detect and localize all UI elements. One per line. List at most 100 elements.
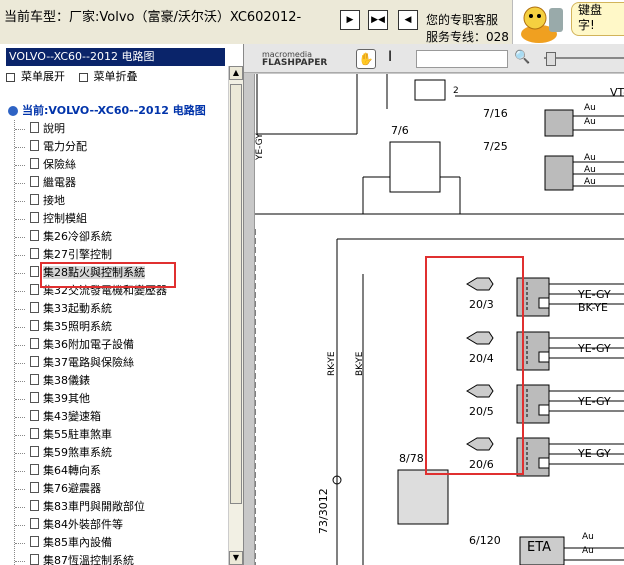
label-au: Au xyxy=(582,546,594,556)
document-icon xyxy=(30,518,39,529)
tree-item[interactable]: 集83車門與開敞部位 xyxy=(14,498,224,516)
document-icon xyxy=(30,392,39,403)
tree-item-label: 繼電器 xyxy=(43,176,76,189)
tree-item-label: 集76避震器 xyxy=(43,482,101,495)
tree-item-label: 集37電路與保險絲 xyxy=(43,356,134,369)
tree-item[interactable]: 集37電路與保險絲 xyxy=(14,354,224,372)
tree-item-label: 集85車內設備 xyxy=(43,536,112,549)
scroll-up-arrow[interactable]: ▲ xyxy=(229,66,243,80)
label-au: Au xyxy=(584,165,596,175)
sidebar-header: VOLVO--XC60--2012 电路图 xyxy=(6,48,225,66)
bubble-text-2: 字! xyxy=(578,18,595,32)
tree-item[interactable]: 集35照明系統 xyxy=(14,318,224,336)
tree-item-label: 集33起動系統 xyxy=(43,302,112,315)
mascot-banner: 键盘 字! xyxy=(512,0,624,44)
tree-item-label: 控制模組 xyxy=(43,212,87,225)
document-icon xyxy=(30,410,39,421)
label-7-6: 7/6 xyxy=(391,124,409,137)
tree-item[interactable]: 集32交流發電機和變壓器 xyxy=(14,282,224,300)
tree-item[interactable]: 集55駐車煞車 xyxy=(14,426,224,444)
document-icon xyxy=(30,284,39,295)
wiring-diagram xyxy=(255,74,624,565)
label-20-3: 20/3 xyxy=(469,298,494,311)
tree-item[interactable]: 控制模組 xyxy=(14,210,224,228)
tree-item[interactable]: 集33起動系統 xyxy=(14,300,224,318)
document-icon xyxy=(30,428,39,439)
label-6-120: 6/120 xyxy=(469,534,501,547)
zoom-slider-knob[interactable] xyxy=(546,52,556,66)
document-icon xyxy=(30,122,39,133)
search-icon[interactable]: 🔍 xyxy=(514,50,530,65)
label-7-25: 7/25 xyxy=(483,140,508,153)
flashpaper-toolbar: macromedia FLASHPAPER ✋ I 🔍 xyxy=(244,44,624,73)
module-7-6 xyxy=(389,141,441,193)
document-icon xyxy=(30,158,39,169)
tree-item[interactable]: 保險絲 xyxy=(14,156,224,174)
tree-item[interactable]: 集36附加電子設備 xyxy=(14,336,224,354)
scroll-down-arrow[interactable]: ▼ xyxy=(229,551,243,565)
expand-icon xyxy=(6,72,15,82)
document-icon xyxy=(30,446,39,457)
tree-item[interactable]: 集38儀錶 xyxy=(14,372,224,390)
sensor-7-16 xyxy=(544,109,574,137)
tree-item[interactable]: 集87恆溫控制系統 xyxy=(14,552,224,565)
tree-item[interactable]: 集39其他 xyxy=(14,390,224,408)
tree-item[interactable]: 說明 xyxy=(14,120,224,138)
tree-item[interactable]: 集59煞車系統 xyxy=(14,444,224,462)
collapse-icon xyxy=(78,72,88,82)
tree-item[interactable]: 集76避震器 xyxy=(14,480,224,498)
prev-page-button[interactable]: ▶ xyxy=(340,10,360,30)
sidebar-scrollbar[interactable]: ▲ ▼ xyxy=(228,66,243,565)
tree-item[interactable]: 集84外裝部件等 xyxy=(14,516,224,534)
search-input[interactable] xyxy=(416,50,508,68)
service-info: 您的专职客服 服务专线：028 xyxy=(426,12,509,46)
tree-list: 說明 電力分配 保險絲繼電器接地控制模組集26冷卻系統 集27引擎控制集28點火與控制… xyxy=(14,120,224,565)
tree-item[interactable]: 集27引擎控制 xyxy=(14,246,224,264)
label-20-4: 20/4 xyxy=(469,352,494,365)
label-ye-gy: YE-GY xyxy=(578,288,611,301)
fit-page-button[interactable]: ▶◀ xyxy=(368,10,388,30)
tree-item[interactable]: 電力分配 xyxy=(14,138,224,156)
label-7-16: 7/16 xyxy=(483,107,508,120)
tree-item-label: 集43變速箱 xyxy=(43,410,101,423)
label-bk-ye-vertical: BK-YE xyxy=(355,351,365,377)
label-au: Au xyxy=(584,153,596,163)
document-icon xyxy=(30,464,39,475)
text-select-icon[interactable]: I xyxy=(388,49,392,65)
scroll-thumb[interactable] xyxy=(230,84,242,504)
car-title: 当前车型：厂家:Volvo（富豪/沃尔沃）XC602012- xyxy=(4,10,302,25)
label-eta: ETA xyxy=(527,540,552,555)
tree-item-label: 集26冷卻系統 xyxy=(43,230,112,243)
hand-tool-icon[interactable]: ✋ xyxy=(356,49,376,69)
tree-item[interactable]: 集64轉向系 xyxy=(14,462,224,480)
document-icon xyxy=(30,302,39,313)
tree-item[interactable]: 集85車內設備 xyxy=(14,534,224,552)
document-icon xyxy=(30,536,39,547)
tree-item[interactable]: 接地 xyxy=(14,192,224,210)
mascot-icon xyxy=(521,6,563,43)
relay-body xyxy=(414,79,446,101)
tree-root[interactable]: 当前:VOLVO--XC60--2012 电路图 xyxy=(8,102,206,118)
label-vt: VT- xyxy=(610,86,624,99)
zoom-slider[interactable] xyxy=(544,52,624,66)
document-icon xyxy=(30,140,39,151)
tree-item-label: 集27引擎控制 xyxy=(43,248,112,261)
label-ye-gy-vertical: YE-GY xyxy=(255,133,265,160)
label-8-78: 8/78 xyxy=(399,452,424,465)
label-20-6: 20/6 xyxy=(469,458,494,471)
tree-item[interactable]: 集28點火與控制系統 xyxy=(14,264,224,282)
tree-item[interactable]: 繼電器 xyxy=(14,174,224,192)
document-icon xyxy=(30,194,39,205)
menu-expand-button[interactable]: 菜单展开 xyxy=(6,70,65,83)
flashpaper-logo: macromedia FLASHPAPER xyxy=(262,51,327,68)
bubble-text-1: 键盘 xyxy=(578,3,603,17)
document-icon xyxy=(30,356,39,367)
label-bk-ye: BK-YE xyxy=(578,301,608,314)
tree-item-label: 集39其他 xyxy=(43,392,90,405)
tree-item-label: 集59煞車系統 xyxy=(43,446,112,459)
tree-item-label: 集38儀錶 xyxy=(43,374,90,387)
menu-collapse-button[interactable]: 菜单折叠 xyxy=(78,70,138,83)
next-page-button[interactable]: ◀ xyxy=(398,10,418,30)
tree-item[interactable]: 集43變速箱 xyxy=(14,408,224,426)
tree-item[interactable]: 集26冷卻系統 xyxy=(14,228,224,246)
